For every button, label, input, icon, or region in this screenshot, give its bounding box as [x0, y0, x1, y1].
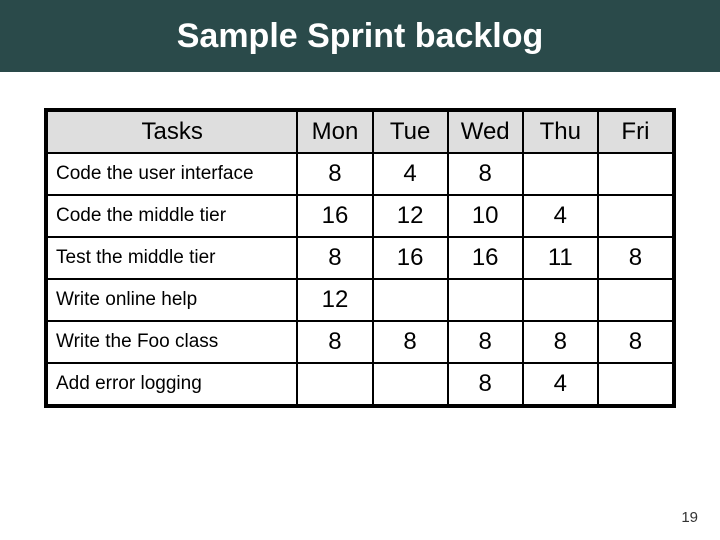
page-number: 19 [681, 509, 698, 526]
cell-fri [598, 195, 673, 237]
cell-thu: 11 [523, 237, 598, 279]
table-row: Write the Foo class 8 8 8 8 8 [47, 321, 673, 363]
col-thu: Thu [523, 111, 598, 153]
cell-mon [297, 363, 372, 405]
table-row: Write online help 12 [47, 279, 673, 321]
cell-mon: 8 [297, 321, 372, 363]
cell-tue [373, 363, 448, 405]
col-fri: Fri [598, 111, 673, 153]
cell-wed: 16 [448, 237, 523, 279]
cell-mon: 8 [297, 153, 372, 195]
cell-wed [448, 279, 523, 321]
task-name: Test the middle tier [47, 237, 297, 279]
cell-thu: 8 [523, 321, 598, 363]
task-name: Write the Foo class [47, 321, 297, 363]
cell-fri [598, 153, 673, 195]
cell-fri [598, 279, 673, 321]
cell-tue [373, 279, 448, 321]
cell-wed: 8 [448, 153, 523, 195]
cell-wed: 10 [448, 195, 523, 237]
col-mon: Mon [297, 111, 372, 153]
table-header-row: Tasks Mon Tue Wed Thu Fri [47, 111, 673, 153]
cell-thu: 4 [523, 363, 598, 405]
cell-wed: 8 [448, 363, 523, 405]
cell-thu [523, 153, 598, 195]
cell-mon: 16 [297, 195, 372, 237]
task-name: Code the user interface [47, 153, 297, 195]
task-name: Write online help [47, 279, 297, 321]
table-row: Add error logging 8 4 [47, 363, 673, 405]
table-row: Code the user interface 8 4 8 [47, 153, 673, 195]
col-tue: Tue [373, 111, 448, 153]
cell-tue: 4 [373, 153, 448, 195]
col-wed: Wed [448, 111, 523, 153]
cell-thu [523, 279, 598, 321]
table-row: Test the middle tier 8 16 16 11 8 [47, 237, 673, 279]
cell-thu: 4 [523, 195, 598, 237]
slide-title: Sample Sprint backlog [177, 17, 544, 56]
title-bar: Sample Sprint backlog [0, 0, 720, 72]
cell-fri: 8 [598, 321, 673, 363]
cell-mon: 8 [297, 237, 372, 279]
cell-tue: 16 [373, 237, 448, 279]
cell-mon: 12 [297, 279, 372, 321]
col-tasks: Tasks [47, 111, 297, 153]
backlog-table-wrap: Tasks Mon Tue Wed Thu Fri Code the user … [44, 108, 676, 408]
table-row: Code the middle tier 16 12 10 4 [47, 195, 673, 237]
backlog-table: Tasks Mon Tue Wed Thu Fri Code the user … [46, 110, 674, 406]
cell-tue: 12 [373, 195, 448, 237]
cell-fri: 8 [598, 237, 673, 279]
task-name: Add error logging [47, 363, 297, 405]
cell-fri [598, 363, 673, 405]
cell-wed: 8 [448, 321, 523, 363]
cell-tue: 8 [373, 321, 448, 363]
task-name: Code the middle tier [47, 195, 297, 237]
